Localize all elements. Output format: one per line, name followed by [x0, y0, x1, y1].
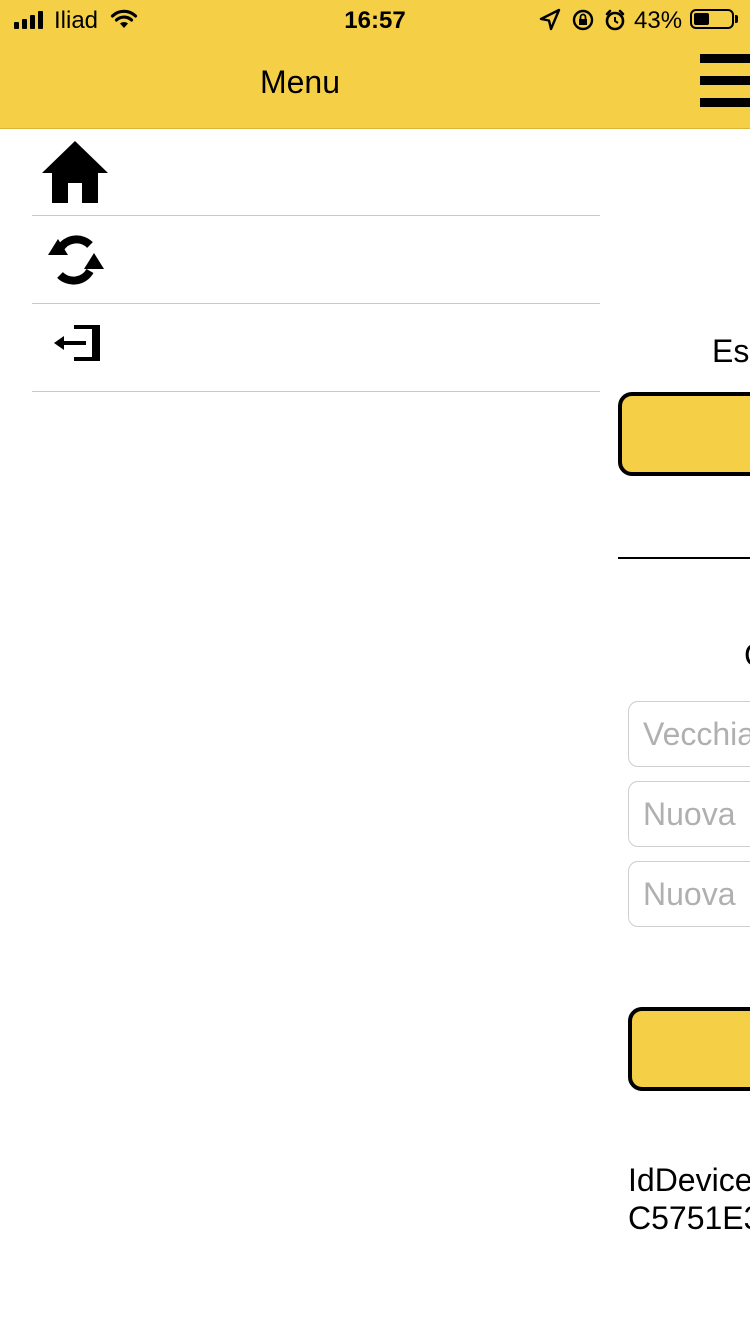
battery-tip — [735, 15, 738, 23]
device-id: C5751E3 — [628, 1200, 750, 1236]
content-label: Es — [712, 333, 750, 369]
status-icons — [538, 8, 628, 39]
old-password-field[interactable] — [628, 701, 750, 767]
alarm-icon — [605, 9, 625, 31]
device-info: IdDevice C5751E3 — [628, 1161, 750, 1237]
confirm-password-field[interactable] — [628, 861, 750, 927]
change-password-button[interactable] — [628, 1007, 750, 1091]
header-title: Menu — [259, 64, 341, 100]
sync-icon — [40, 225, 110, 295]
screen: Iliad 16:57 43% Menu Es IdDevice C5751E3 — [0, 0, 750, 1334]
side-menu — [0, 129, 600, 1334]
battery-percent: 43% — [634, 7, 683, 34]
section-title: C — [744, 637, 750, 674]
device-label: IdDevice — [628, 1162, 750, 1198]
location-icon — [539, 8, 561, 31]
menu-item-sync[interactable] — [32, 217, 600, 304]
logout-icon — [40, 313, 110, 383]
divider — [618, 557, 750, 559]
menu-item-home[interactable] — [32, 129, 600, 216]
battery-icon — [690, 9, 734, 29]
main-content-peek: Es C IdDevice C5751E3 — [600, 129, 750, 1334]
top-bar: Iliad 16:57 43% Menu — [0, 0, 750, 129]
menu-item-logout[interactable] — [32, 305, 600, 392]
hamburger-icon[interactable] — [700, 54, 750, 110]
battery-fill — [694, 13, 709, 25]
home-icon — [40, 137, 110, 207]
new-password-field[interactable] — [628, 781, 750, 847]
primary-button[interactable] — [618, 392, 750, 476]
status-bar: Iliad 16:57 43% — [0, 0, 750, 40]
rotation-lock-icon — [572, 9, 594, 31]
